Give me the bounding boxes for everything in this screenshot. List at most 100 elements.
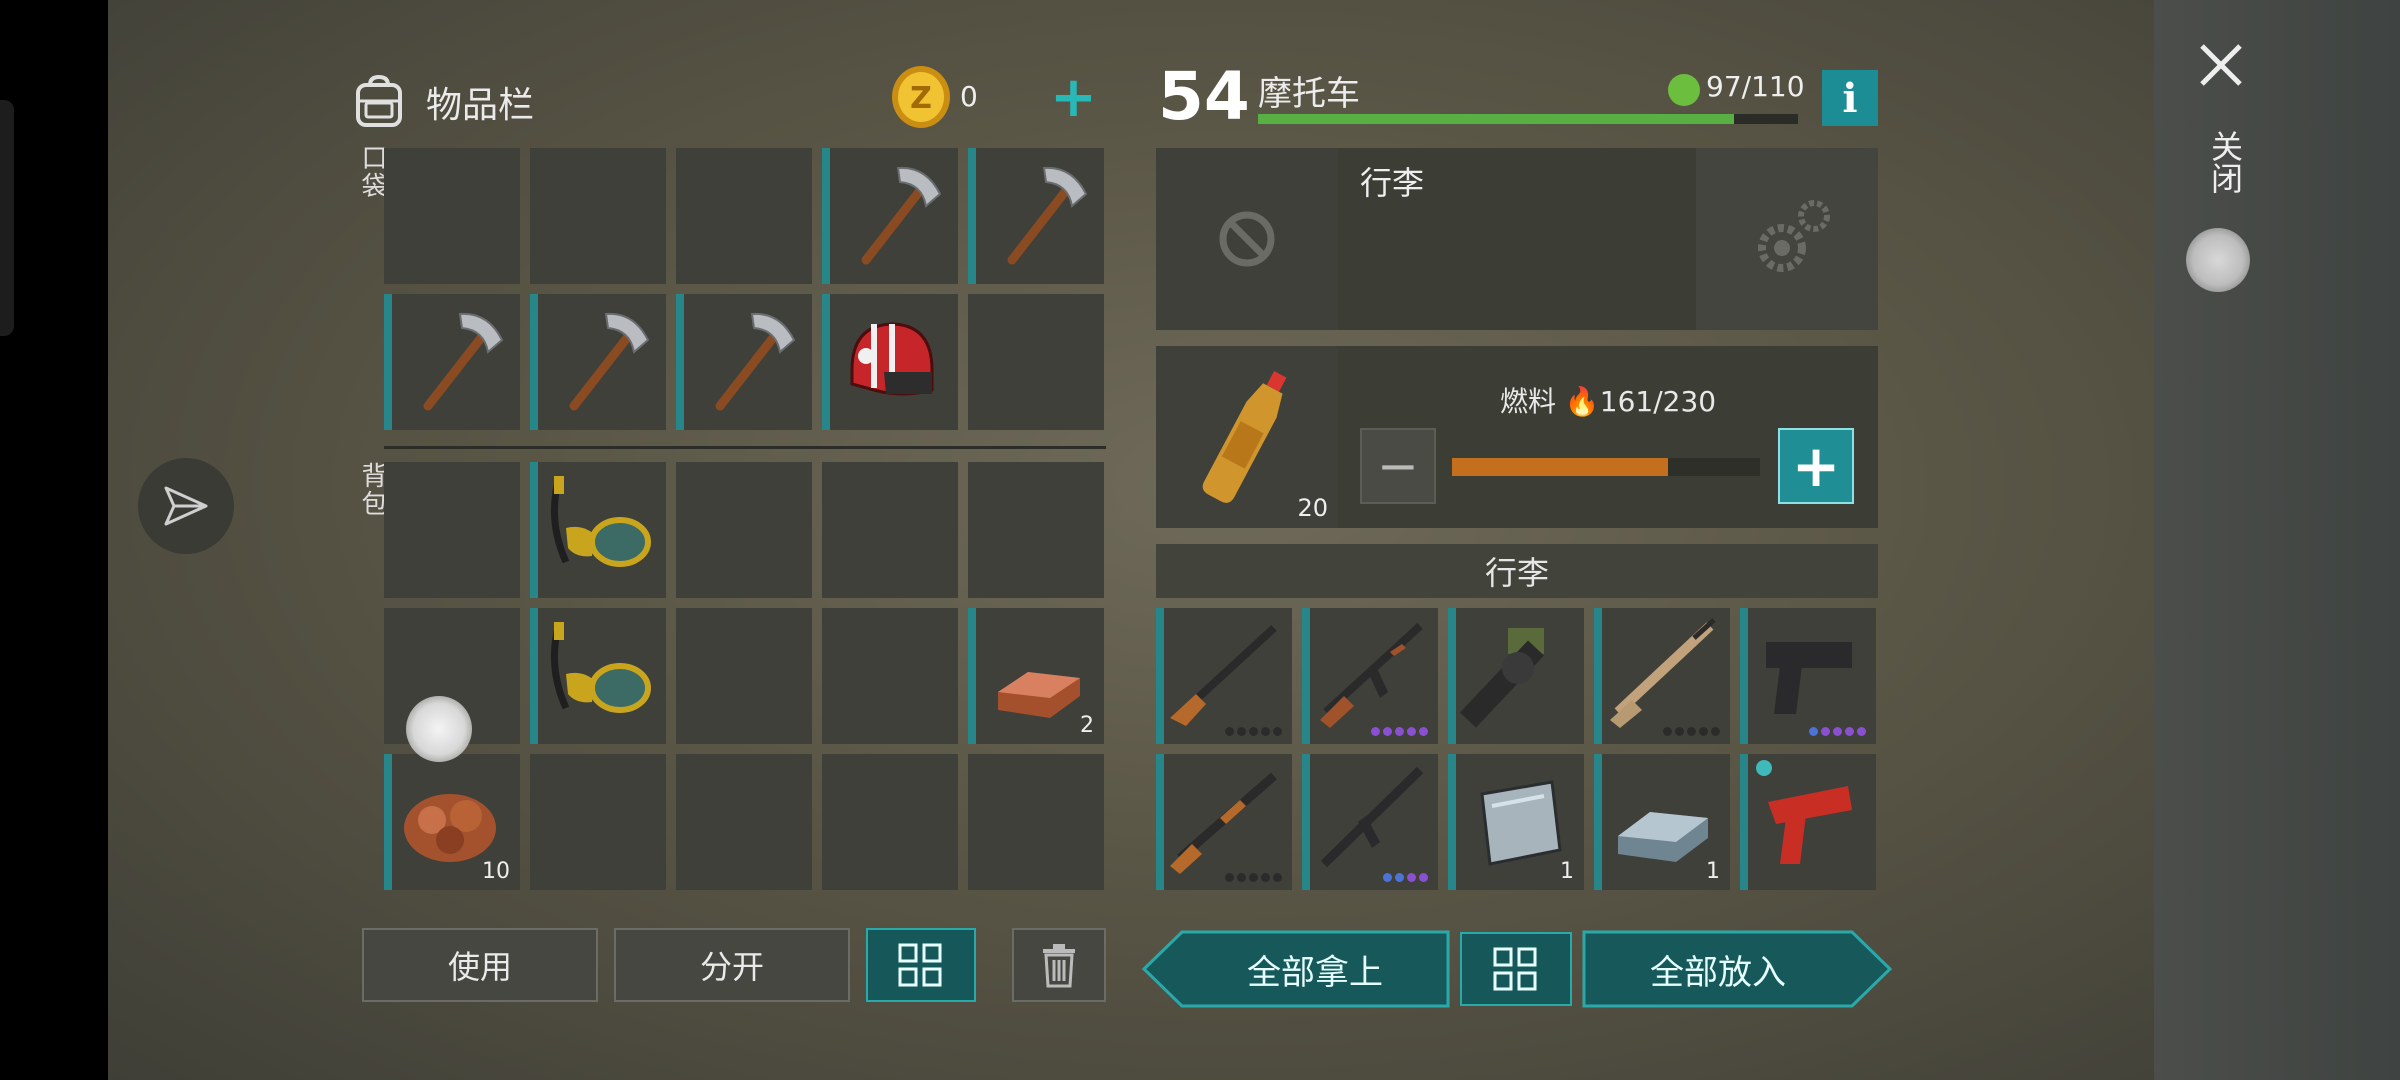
close-icon[interactable] bbox=[2196, 40, 2246, 90]
trunk-slot[interactable] bbox=[1594, 608, 1730, 744]
split-button[interactable]: 分开 bbox=[614, 928, 850, 1002]
backpack-slot[interactable] bbox=[530, 462, 666, 598]
sort-inventory-button[interactable] bbox=[866, 928, 976, 1002]
trunk-slot[interactable] bbox=[1302, 608, 1438, 744]
rarity-dot bbox=[1809, 727, 1818, 736]
trunk-slot[interactable] bbox=[1156, 754, 1292, 890]
fuel-label-text: 燃料 bbox=[1500, 385, 1557, 418]
backpack-slot[interactable]: 2 bbox=[968, 608, 1104, 744]
no-entry-icon bbox=[1219, 211, 1275, 267]
rarity-dot bbox=[1237, 727, 1246, 736]
pocket-slot[interactable] bbox=[384, 294, 520, 430]
send-icon bbox=[164, 486, 208, 526]
pocket-slot[interactable] bbox=[822, 294, 958, 430]
info-button[interactable]: i bbox=[1822, 70, 1878, 126]
pickaxe-icon bbox=[715, 312, 796, 411]
edge-handle[interactable] bbox=[0, 100, 14, 336]
gears-icon bbox=[1758, 200, 1830, 272]
backpack-slot[interactable] bbox=[676, 608, 812, 744]
rarity-dot bbox=[1711, 727, 1720, 736]
rarity-dot bbox=[1395, 873, 1404, 882]
pocket-slot[interactable] bbox=[676, 294, 812, 430]
rarity-dot bbox=[1699, 727, 1708, 736]
red-helmet-icon bbox=[850, 322, 934, 396]
backpack-slot[interactable] bbox=[676, 754, 812, 890]
item-qty: 10 bbox=[482, 859, 510, 884]
put-all-button[interactable]: 全部放入 bbox=[1584, 930, 1852, 1008]
pickaxe-icon bbox=[569, 312, 650, 411]
pistol-icon bbox=[1766, 642, 1852, 714]
rarity-dot bbox=[1371, 727, 1380, 736]
rarity-dot bbox=[1273, 727, 1282, 736]
pickaxe-icon bbox=[1007, 166, 1088, 265]
backpack-slot[interactable] bbox=[822, 754, 958, 890]
m16-rifle-icon bbox=[1320, 766, 1424, 868]
rarity-dot bbox=[1407, 727, 1416, 736]
backpack-slot[interactable] bbox=[530, 754, 666, 890]
trunk-slot[interactable] bbox=[1156, 608, 1292, 744]
use-button[interactable]: 使用 bbox=[362, 928, 598, 1002]
rarity-dots bbox=[1371, 727, 1428, 736]
backpack-slot[interactable] bbox=[384, 462, 520, 598]
assault-rifle-icon bbox=[1610, 618, 1716, 728]
item-qty: 2 bbox=[1080, 713, 1094, 738]
vehicle-part-slot[interactable] bbox=[1156, 148, 1338, 330]
take-all-button[interactable]: 全部拿上 bbox=[1182, 930, 1448, 1008]
backpack-slot[interactable] bbox=[676, 462, 812, 598]
rarity-dot bbox=[1407, 873, 1416, 882]
share-button[interactable] bbox=[138, 458, 234, 554]
fuel-slot[interactable]: 20 bbox=[1156, 346, 1338, 528]
fuel-amount: 161/230 bbox=[1599, 385, 1717, 418]
rarity-dots bbox=[1383, 873, 1428, 882]
trunk-slot[interactable] bbox=[1302, 754, 1438, 890]
fuel-label: 燃料 🔥161/230 bbox=[1500, 380, 1716, 420]
add-coins-button[interactable]: + bbox=[1050, 70, 1097, 126]
pocket-slot[interactable] bbox=[968, 148, 1104, 284]
sort-trunk-button[interactable] bbox=[1460, 932, 1572, 1006]
pocket-slot[interactable] bbox=[822, 148, 958, 284]
trunk-slot[interactable] bbox=[1448, 608, 1584, 744]
fuel-bar bbox=[1452, 458, 1760, 476]
fuel-item-qty: 20 bbox=[1297, 494, 1328, 522]
rarity-dot bbox=[1663, 727, 1672, 736]
close-label[interactable]: 关闭 bbox=[2202, 130, 2248, 194]
hunting-rifle-icon bbox=[1170, 625, 1277, 726]
fuel-bar-fill bbox=[1452, 458, 1668, 476]
grid-sort-icon bbox=[898, 943, 942, 987]
vehicle-hp-fill bbox=[1258, 114, 1735, 124]
shotgun-icon bbox=[1170, 772, 1277, 874]
trunk-slot[interactable] bbox=[1740, 754, 1876, 890]
part-info-panel: 行李 bbox=[1338, 148, 1696, 330]
trash-button[interactable] bbox=[1012, 928, 1106, 1002]
inventory-header: 物品栏 bbox=[350, 64, 1110, 140]
upgrade-slot[interactable] bbox=[1696, 148, 1878, 330]
pocket-slot[interactable] bbox=[968, 294, 1104, 430]
wrench-icon bbox=[1668, 74, 1700, 106]
vehicle-hp-bar bbox=[1258, 114, 1798, 124]
rarity-dot bbox=[1237, 873, 1246, 882]
backpack-slot[interactable] bbox=[822, 608, 958, 744]
pocket-slot[interactable] bbox=[530, 294, 666, 430]
trunk-slot[interactable]: 1 bbox=[1448, 754, 1584, 890]
rarity-dots bbox=[1809, 727, 1866, 736]
trunk-slot[interactable] bbox=[1740, 608, 1876, 744]
rarity-dot bbox=[1383, 873, 1392, 882]
trunk-slot[interactable]: 1 bbox=[1594, 754, 1730, 890]
fuel-decrease-button[interactable]: − bbox=[1360, 428, 1436, 504]
backpack-slot[interactable]: 10 bbox=[384, 754, 520, 890]
backpack-slot[interactable] bbox=[530, 608, 666, 744]
rarity-dots bbox=[1225, 727, 1282, 736]
backpack-slot[interactable] bbox=[968, 754, 1104, 890]
backpack-slot[interactable] bbox=[822, 462, 958, 598]
fuel-increase-button[interactable]: + bbox=[1778, 428, 1854, 504]
rarity-dot bbox=[1675, 727, 1684, 736]
rarity-dot bbox=[1857, 727, 1866, 736]
pickaxe-icon bbox=[861, 166, 942, 265]
diving-goggles-icon bbox=[550, 476, 651, 567]
rarity-dot bbox=[1273, 873, 1282, 882]
pocket-slot[interactable] bbox=[384, 148, 520, 284]
pocket-slot[interactable] bbox=[676, 148, 812, 284]
pocket-slot[interactable] bbox=[530, 148, 666, 284]
backpack-slot[interactable] bbox=[968, 462, 1104, 598]
ak-rifle-icon bbox=[1320, 623, 1423, 728]
